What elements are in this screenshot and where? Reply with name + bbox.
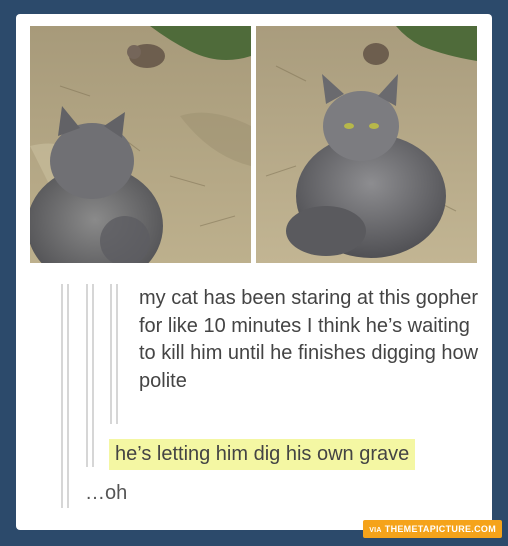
highlighted-reply-text: he’s letting him dig his own grave [109,439,416,470]
post-card: my cat has been staring at this gopher f… [16,14,492,530]
watermark-via: VIA [369,527,382,534]
reblog-bar [67,284,69,508]
cat-gopher-photo-right [256,26,477,263]
reblog-bar [92,284,94,467]
cat-gopher-photo-left [30,26,251,263]
reblog-bar [86,284,88,467]
site-watermark: VIA THEMETAPICTURE.COM [363,520,502,538]
reblog-bar [116,284,118,424]
watermark-site: THEMETAPICTURE.COM [384,524,496,534]
final-reply-text: …oh [85,482,128,504]
original-post-text: my cat has been staring at this gopher f… [139,287,479,392]
reblog-bar [110,284,112,424]
reblog-bar [61,284,63,508]
